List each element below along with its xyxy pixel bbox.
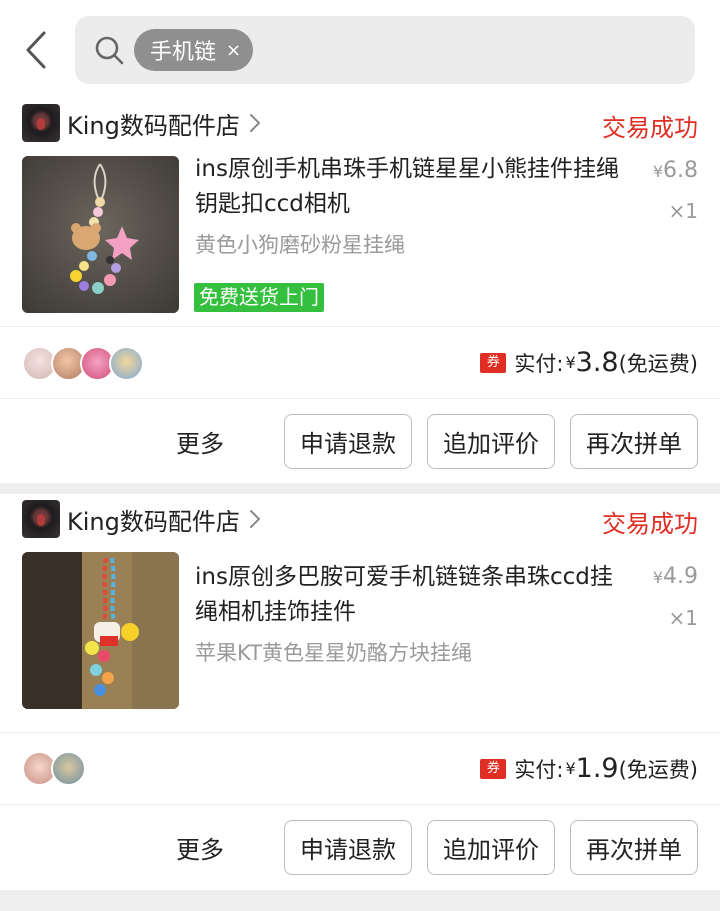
paid-label: 实付: xyxy=(514,757,564,782)
coupon-icon: 券 xyxy=(480,352,507,373)
top-bar: 手机链 × xyxy=(0,0,720,98)
refund-button[interactable]: 申请退款 xyxy=(284,820,412,875)
price-symbol: ¥ xyxy=(652,162,663,181)
order-status: 交易成功 xyxy=(602,510,698,538)
group-avatars[interactable] xyxy=(22,751,86,786)
reorder-button[interactable]: 再次拼单 xyxy=(570,820,698,875)
divider xyxy=(0,804,720,805)
product-image[interactable] xyxy=(22,156,179,313)
order-actions: 更多 申请退款 追加评价 再次拼单 xyxy=(176,414,698,469)
search-icon xyxy=(95,36,124,65)
group-avatars[interactable] xyxy=(22,346,144,381)
paid-label: 实付: xyxy=(514,351,564,376)
price-value: 6.8 xyxy=(663,158,698,183)
back-button[interactable] xyxy=(18,30,54,70)
divider xyxy=(0,398,720,399)
search-chip-label: 手机链 xyxy=(150,40,217,65)
price-value: 4.9 xyxy=(663,564,698,589)
close-icon[interactable]: × xyxy=(226,40,241,61)
avatar xyxy=(109,346,144,381)
shipping-note: (免运费) xyxy=(618,757,698,782)
shop-name: King数码配件店 xyxy=(67,111,240,140)
delivery-tag: 免费送货上门 xyxy=(194,283,324,312)
divider xyxy=(0,732,720,733)
product-title[interactable]: ins原创多巴胺可爱手机链链条串珠ccd挂绳相机挂饰挂件 xyxy=(195,560,625,630)
paid-amount: 3.8 xyxy=(575,347,619,378)
avatar xyxy=(51,751,86,786)
payment-summary: 券 实付: ¥ 1.9 (免运费) xyxy=(480,753,698,784)
shop-logo xyxy=(22,104,60,142)
product-image[interactable] xyxy=(22,552,179,709)
paid-amount: 1.9 xyxy=(575,753,619,784)
divider xyxy=(0,326,720,327)
product-title[interactable]: ins原创手机串珠手机链星星小熊挂件挂绳钥匙扣ccd相机 xyxy=(195,152,625,222)
order-card: King数码配件店 交易成功 ins原创手机串珠手机链星星小熊挂件挂绳钥匙扣cc… xyxy=(0,98,720,483)
order-actions: 更多 申请退款 追加评价 再次拼单 xyxy=(176,820,698,875)
paid-symbol: ¥ xyxy=(565,353,576,372)
paid-symbol: ¥ xyxy=(565,759,576,778)
add-review-button[interactable]: 追加评价 xyxy=(427,820,555,875)
product-price: ¥4.9 xyxy=(653,564,698,589)
chevron-right-icon xyxy=(249,114,260,132)
reorder-button[interactable]: 再次拼单 xyxy=(570,414,698,469)
shop-link[interactable]: King数码配件店 xyxy=(22,104,262,142)
chevron-left-icon xyxy=(26,31,46,69)
refund-button[interactable]: 申请退款 xyxy=(284,414,412,469)
price-symbol: ¥ xyxy=(652,568,663,587)
coupon-icon: 券 xyxy=(480,758,507,779)
shop-logo xyxy=(22,500,60,538)
add-review-button[interactable]: 追加评价 xyxy=(427,414,555,469)
order-card: King数码配件店 交易成功 ins原创多巴胺可爱手机链链条串珠ccd挂绳相机挂… xyxy=(0,494,720,890)
shipping-note: (免运费) xyxy=(618,351,698,376)
search-chip[interactable]: 手机链 × xyxy=(134,29,254,71)
more-button[interactable]: 更多 xyxy=(176,830,224,865)
shop-name: King数码配件店 xyxy=(67,507,240,536)
product-price: ¥6.8 xyxy=(653,158,698,183)
shop-link[interactable]: King数码配件店 xyxy=(22,500,262,538)
product-quantity: ×1 xyxy=(668,199,698,223)
product-variant: 苹果KT黄色星星奶酪方块挂绳 xyxy=(195,641,472,665)
more-button[interactable]: 更多 xyxy=(176,424,224,459)
product-quantity: ×1 xyxy=(668,606,698,630)
payment-summary: 券 实付: ¥ 3.8 (免运费) xyxy=(480,347,698,378)
order-status: 交易成功 xyxy=(602,114,698,142)
product-variant: 黄色小狗磨砂粉星挂绳 xyxy=(195,233,405,257)
chevron-right-icon xyxy=(249,510,260,528)
